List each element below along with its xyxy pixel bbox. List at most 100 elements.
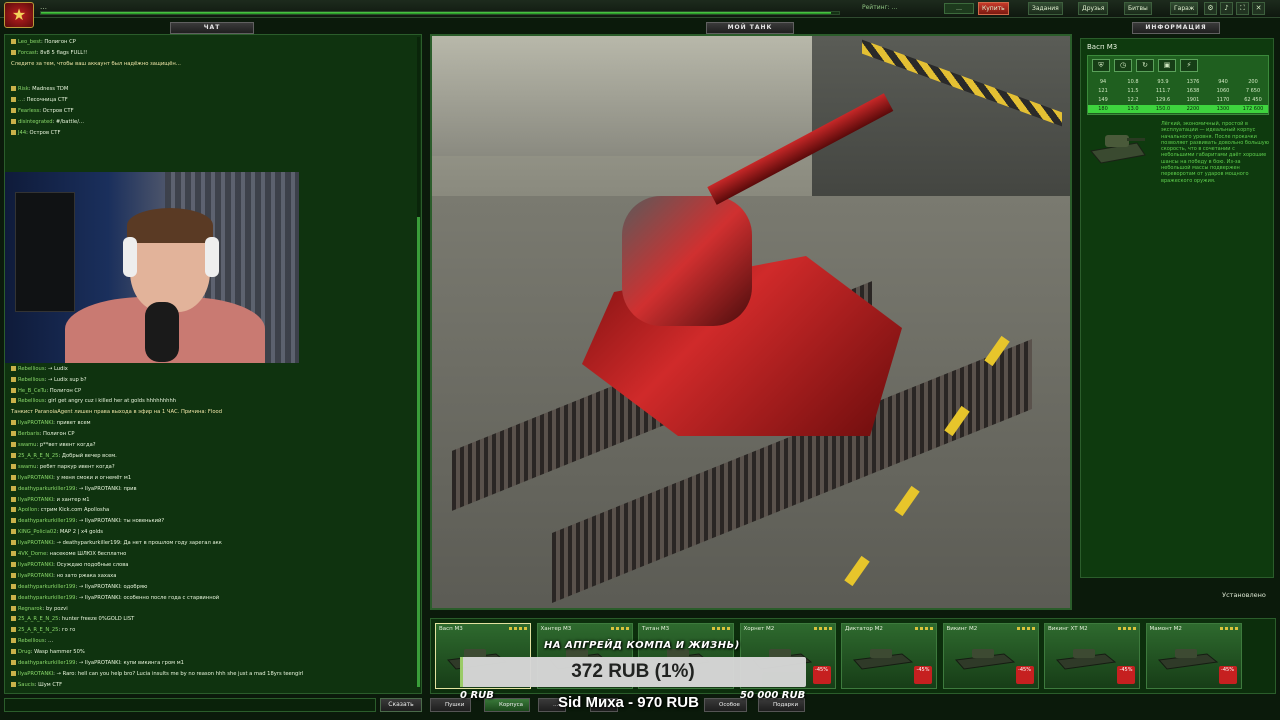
chat-text: Остров CTF: [42, 108, 74, 114]
close-icon[interactable]: ✕: [1252, 2, 1265, 15]
garage-item-card[interactable]: Викинг М2 -45%: [942, 623, 1039, 689]
chat-message: Fearless: Остров CTF: [11, 108, 74, 115]
chat-text: hunter freeze 0%GOLD LIST: [61, 616, 135, 623]
chat-nick[interactable]: Risk: [18, 86, 29, 92]
battles-button[interactable]: Битвы: [1124, 2, 1152, 15]
chat-nick[interactable]: deathyparkurkiller199: [18, 584, 75, 590]
chat-scroll-thumb[interactable]: [417, 217, 420, 687]
chat-nick[interactable]: swamu: [18, 442, 36, 448]
upgrade-level-icon: [1016, 627, 1035, 630]
chat-nick[interactable]: Fearless: [18, 108, 39, 114]
chat-nick[interactable]: IlyaPROTANKI: [18, 540, 53, 546]
missions-button[interactable]: Задания: [1028, 2, 1063, 15]
chat-nick[interactable]: Apollon: [18, 507, 37, 513]
rank-icon: [11, 583, 16, 589]
rank-icon: [11, 649, 16, 655]
chat-nick[interactable]: J44: [18, 130, 26, 136]
chat-message: Risk: Madness TDM: [11, 86, 68, 93]
settings-icon[interactable]: ⚙: [1204, 2, 1217, 15]
rank-icon: [11, 638, 16, 644]
chat-nick[interactable]: disintegrated: [18, 119, 53, 125]
chat-nick[interactable]: He_B_CeTu: [18, 388, 46, 394]
chat-nick[interactable]: 25_A_R_E_N_25: [18, 616, 58, 622]
garage-item-card[interactable]: Мамонт М2 -45%: [1145, 623, 1242, 689]
rank-icon: [11, 572, 16, 578]
chat-nick[interactable]: IlyaPROTANKI: [18, 671, 53, 677]
chat-message: deathyparkurkiller199: → IlyaPROTANKI: к…: [11, 660, 184, 667]
chat-message: Rebellious: → Ludix sup b?: [11, 376, 86, 384]
chat-nick[interactable]: Rebellious: [18, 638, 45, 644]
friends-button[interactable]: Друзья: [1078, 2, 1109, 15]
stats-cell: 150.0: [1155, 106, 1171, 112]
chat-nick[interactable]: Forcast: [18, 50, 37, 56]
chat-message: Forcast: 8v8 5 flags FULL!!: [11, 50, 87, 57]
chat-nick[interactable]: swamu: [18, 464, 36, 470]
garage-item-name: Титан М3: [642, 626, 670, 632]
chat-text: → IlyaPROTANKI: прив: [78, 485, 137, 492]
chat-nick[interactable]: Rebellious: [18, 366, 45, 372]
rank-icon: [11, 518, 16, 524]
chat-text: Песочница CTF: [26, 97, 68, 103]
info-panel-title: ИНФОРМАЦИЯ: [1132, 22, 1220, 34]
chat-nick[interactable]: IlyaPROTANKI: [18, 420, 53, 426]
chat-nick[interactable]: IlyaPROTANKI: [18, 573, 53, 579]
chat-nick[interactable]: Rebellious: [18, 398, 45, 404]
tank-description: Лёгкий, экономичный, простой в эксплуата…: [1161, 121, 1269, 184]
stats-row: 94 10.8 93.9 1376 940 200: [1088, 78, 1268, 86]
chat-nick[interactable]: 25_A_R_E_N_25: [18, 627, 58, 633]
chat-nick[interactable]: Saucis: [18, 682, 35, 688]
chat-nick[interactable]: KING_Policia02: [18, 529, 57, 535]
chat-message: disintegrated: #/battle/…: [11, 119, 84, 126]
chat-nick[interactable]: Berbaris: [18, 431, 40, 437]
garage-item-card[interactable]: Викинг ХТ М2 -45%: [1044, 623, 1140, 689]
chat-message: Drug: Wasp hammer 50%: [11, 649, 85, 656]
chat-nick[interactable]: deathyparkurkiller199: [18, 486, 75, 492]
chat-text: го го: [61, 627, 76, 634]
chat-nick[interactable]: IlyaPROTANKI: [18, 475, 53, 481]
rank-icon: [11, 660, 16, 665]
chat-nick[interactable]: IlyaPROTANKI: [18, 497, 53, 503]
chat-text: MAP 2 | x4 golds: [59, 529, 103, 536]
chat-input[interactable]: [4, 698, 376, 712]
stats-row: 121 11.5 111.7 1638 1060 7 650: [1088, 87, 1268, 95]
chat-nick[interactable]: Leo_best: [18, 39, 41, 45]
chat-message: 25_A_R_E_N_25: hunter freeze 0%GOLD LIST: [11, 616, 134, 623]
chat-nick[interactable]: 25_A_R_E_N_25: [18, 453, 58, 459]
installed-label[interactable]: Установлено: [1216, 589, 1272, 601]
rank-icon: [11, 442, 16, 447]
chat-nick[interactable]: Drug: [18, 649, 31, 655]
headphones-left-icon: [123, 237, 137, 277]
garage-button[interactable]: Гараж: [1170, 2, 1199, 15]
chat-nick[interactable]: IlyaPROTANKI: [18, 562, 53, 568]
donation-goal-max: 50 000 RUB: [740, 690, 806, 701]
chat-text: …: [47, 638, 54, 645]
chat-panel: Leo_best: Полигон CP Forcast: 8v8 5 flags…: [4, 34, 422, 694]
fullscreen-icon[interactable]: ⛶: [1236, 2, 1249, 15]
stats-cell: 111.7: [1155, 88, 1171, 94]
chat-message: Saucis: Шум CTF: [11, 681, 62, 689]
rank-star-icon[interactable]: ★: [4, 2, 34, 28]
last-donation: Sid Миха - 970 RUB: [558, 694, 699, 711]
upgrade-level-icon: [813, 627, 832, 630]
chat-nick[interactable]: deathyparkurkiller199: [18, 518, 75, 524]
upgrade-level-icon: [1118, 627, 1136, 630]
chat-nick[interactable]: deathyparkurkiller199: [18, 595, 75, 601]
tank-preview-icon: [1090, 135, 1146, 164]
chat-message: IlyaPROTANKI: привет всем: [11, 420, 91, 427]
chat-nick[interactable]: deathyparkurkiller199: [18, 660, 75, 666]
tank-viewport[interactable]: [430, 34, 1072, 610]
upgrade-level-icon: [712, 627, 730, 630]
sound-icon[interactable]: ♪: [1220, 2, 1233, 15]
chat-nick[interactable]: 4VK_Dome: [18, 551, 46, 557]
chat-scrollbar[interactable]: [417, 37, 420, 687]
stats-icon-row: ⛨ ◷ ↻ ▣ ⚡: [1092, 59, 1198, 72]
hull-thumbnail-icon: [1157, 649, 1218, 670]
discount-badge: -45%: [914, 666, 932, 684]
chat-nick[interactable]: Regnarok: [18, 606, 43, 612]
chat-message: 25_A_R_E_N_25: го го: [11, 627, 75, 634]
buy-button[interactable]: Купить: [978, 2, 1009, 15]
chat-nick[interactable]: Rebellious: [18, 377, 45, 383]
say-button[interactable]: Сказать: [380, 698, 422, 712]
garage-item-card[interactable]: Диктатор М2 -45%: [841, 623, 937, 689]
tank-panel-title: МОЙ ТАНК: [706, 22, 794, 34]
